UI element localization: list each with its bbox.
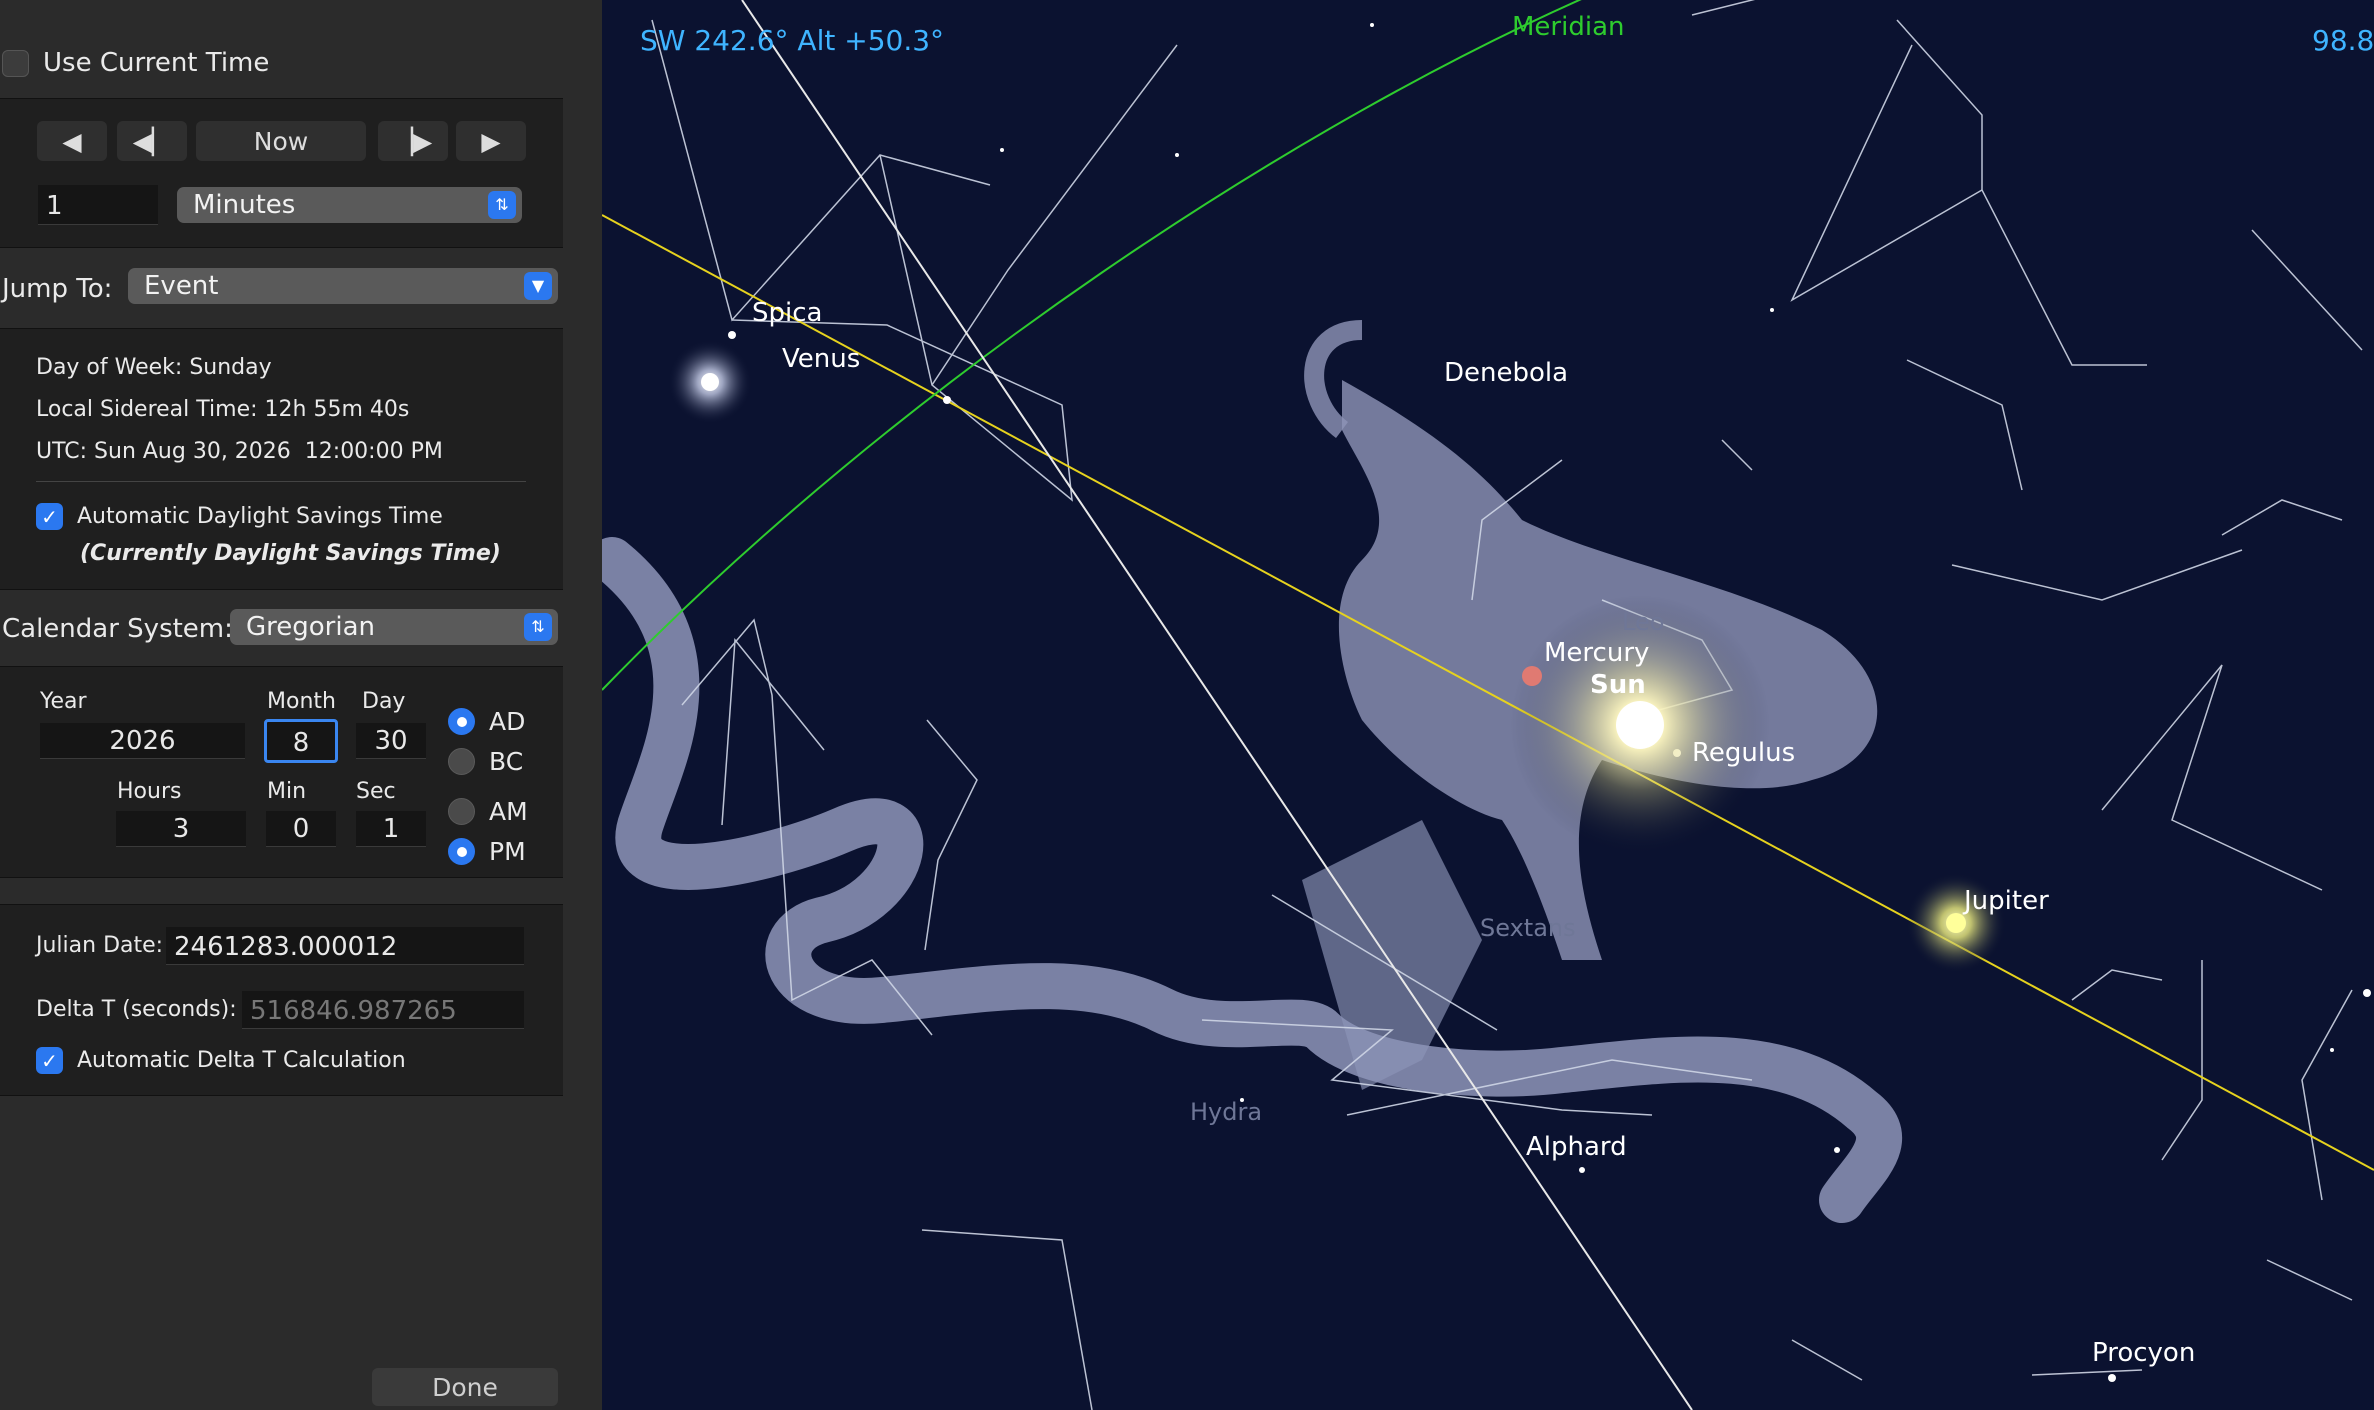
- bc-radio[interactable]: [448, 748, 475, 775]
- direction-readout: SW 242.6° Alt +50.3°: [640, 24, 945, 57]
- step-back-button[interactable]: ◀▏: [117, 121, 187, 161]
- divider: [36, 481, 526, 482]
- auto-delta-t-row[interactable]: ✓ Automatic Delta T Calculation: [36, 1047, 406, 1074]
- sun-label[interactable]: Sun: [1590, 670, 1646, 700]
- leo-label[interactable]: Leo: [1622, 608, 1664, 636]
- am-radio[interactable]: [448, 798, 475, 825]
- min-label: Min: [267, 779, 307, 804]
- sun-disc: [1616, 701, 1664, 749]
- calendar-system-label: Calendar System:: [2, 614, 233, 644]
- sec-label: Sec: [356, 779, 396, 804]
- ad-radio[interactable]: [448, 708, 475, 735]
- am-radio-row[interactable]: AM: [448, 797, 528, 826]
- step-controls-group: ◀ ◀▏ Now ▕▶ ▶ 1 Minutes ⇅: [0, 98, 563, 248]
- step-right-icon: ▕▶: [393, 126, 433, 156]
- auto-dst-checkbox[interactable]: ✓: [36, 503, 63, 530]
- step-amount-field[interactable]: 1: [38, 185, 158, 225]
- month-field[interactable]: 8: [264, 719, 338, 763]
- use-current-time-label: Use Current Time: [43, 48, 270, 78]
- day-field[interactable]: 30: [356, 723, 426, 759]
- sidereal-time-label: Local Sidereal Time:: [36, 397, 258, 422]
- julian-date-label: Julian Date:: [36, 933, 164, 958]
- step-unit-value: Minutes: [193, 190, 296, 220]
- dst-note: (Currently Daylight Savings Time): [80, 541, 501, 566]
- auto-delta-t-label: Automatic Delta T Calculation: [77, 1048, 406, 1073]
- delta-t-label: Delta T (seconds):: [36, 997, 237, 1022]
- sky-chart: [602, 0, 2374, 1410]
- step-forward-fast-button[interactable]: ▶: [456, 121, 526, 161]
- updown-chevron-icon: ⇅: [488, 191, 516, 219]
- hydra-label[interactable]: Hydra: [1190, 1098, 1262, 1126]
- chevron-down-icon: ▼: [524, 272, 552, 300]
- calendar-system-select[interactable]: Gregorian ⇅: [230, 609, 558, 645]
- meridian-label: Meridian: [1512, 12, 1625, 42]
- done-button[interactable]: Done: [372, 1368, 558, 1406]
- use-current-time-row[interactable]: Use Current Time: [2, 48, 269, 78]
- bc-label: BC: [489, 747, 524, 776]
- jupiter-label[interactable]: Jupiter: [1964, 886, 2049, 916]
- day-label: Day: [362, 689, 406, 714]
- procyon-label[interactable]: Procyon: [2092, 1338, 2195, 1368]
- denebola-label[interactable]: Denebola: [1444, 358, 1568, 388]
- mercury-label[interactable]: Mercury: [1544, 638, 1649, 668]
- triangle-right-icon: ▶: [481, 126, 501, 156]
- sky-view[interactable]: SW 242.6° Alt +50.3° 98.8 Meridian Spica…: [602, 0, 2374, 1410]
- month-label: Month: [267, 689, 336, 714]
- pm-label: PM: [489, 837, 526, 866]
- date-entry-group: Year Month Day 2026 8 30 Hours Min Sec 3…: [0, 666, 563, 878]
- day-of-week-line: Day of Week: Sunday: [36, 355, 272, 380]
- day-of-week-value: Sunday: [189, 355, 272, 380]
- time-info-group: Day of Week: Sunday Local Sidereal Time:…: [0, 328, 563, 590]
- jump-to-select[interactable]: Event ▼: [128, 268, 558, 304]
- jump-to-value: Event: [144, 271, 219, 301]
- auto-delta-t-checkbox[interactable]: ✓: [36, 1047, 63, 1074]
- step-left-icon: ◀▏: [132, 126, 172, 156]
- sextans-label[interactable]: Sextans: [1480, 914, 1576, 942]
- delta-t-field[interactable]: 516846.987265: [242, 991, 524, 1029]
- year-label: Year: [40, 689, 87, 714]
- step-forward-button[interactable]: ▕▶: [378, 121, 448, 161]
- calendar-system-value: Gregorian: [246, 612, 375, 642]
- now-button[interactable]: Now: [196, 121, 366, 161]
- hours-field[interactable]: 3: [116, 811, 246, 847]
- day-of-week-label: Day of Week:: [36, 355, 183, 380]
- venus-disc: [701, 373, 719, 391]
- ad-radio-row[interactable]: AD: [448, 707, 525, 736]
- year-field[interactable]: 2026: [40, 723, 245, 759]
- bc-radio-row[interactable]: BC: [448, 747, 523, 776]
- ad-label: AD: [489, 707, 526, 736]
- sidereal-time-value: 12h 55m 40s: [264, 397, 410, 422]
- auto-dst-row[interactable]: ✓ Automatic Daylight Savings Time: [36, 503, 443, 530]
- sec-field[interactable]: 1: [356, 811, 426, 847]
- regulus-label[interactable]: Regulus: [1692, 738, 1795, 768]
- spica-label[interactable]: Spica: [752, 298, 822, 328]
- julian-group: Julian Date: 2461283.000012 Delta T (sec…: [0, 904, 563, 1096]
- time-panel: Use Current Time ◀ ◀▏ Now ▕▶ ▶ 1 Minutes…: [0, 0, 602, 1410]
- sidereal-time-line: Local Sidereal Time: 12h 55m 40s: [36, 397, 409, 422]
- venus-label[interactable]: Venus: [782, 344, 860, 374]
- auto-dst-label: Automatic Daylight Savings Time: [77, 504, 443, 529]
- am-label: AM: [489, 797, 528, 826]
- utc-line: UTC: Sun Aug 30, 2026 12:00:00 PM: [36, 439, 443, 464]
- jump-to-label: Jump To:: [2, 274, 113, 304]
- triangle-left-icon: ◀: [62, 126, 82, 156]
- min-field[interactable]: 0: [266, 811, 336, 847]
- jupiter-disc: [1946, 913, 1966, 933]
- step-back-fast-button[interactable]: ◀: [37, 121, 107, 161]
- alphard-label[interactable]: Alphard: [1526, 1132, 1627, 1162]
- hours-label: Hours: [117, 779, 182, 804]
- pm-radio[interactable]: [448, 838, 475, 865]
- utc-value: Sun Aug 30, 2026 12:00:00 PM: [94, 439, 443, 464]
- julian-date-field[interactable]: 2461283.000012: [166, 927, 524, 965]
- updown-chevron-icon: ⇅: [524, 613, 552, 641]
- pm-radio-row[interactable]: PM: [448, 837, 526, 866]
- fov-readout: 98.8: [2312, 24, 2374, 57]
- mercury-disc: [1522, 666, 1542, 686]
- use-current-time-checkbox[interactable]: [2, 49, 29, 77]
- step-unit-select[interactable]: Minutes ⇅: [177, 187, 522, 223]
- utc-label: UTC:: [36, 439, 88, 464]
